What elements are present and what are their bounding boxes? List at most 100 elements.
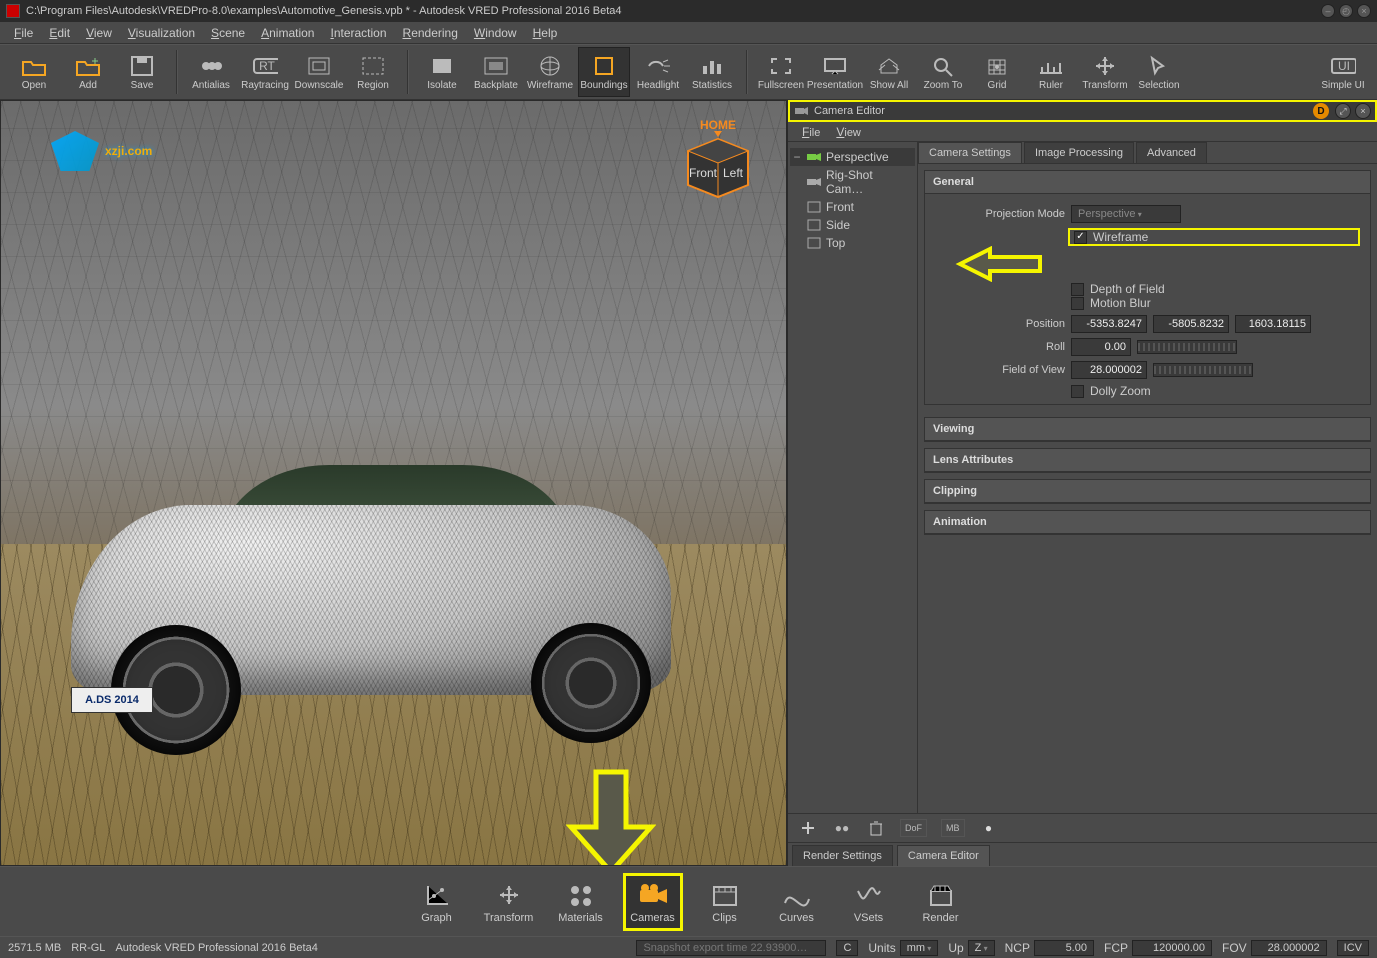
tab-image-processing[interactable]: Image Processing [1024,142,1134,163]
wireframe-checkbox[interactable]: Wireframe [1068,228,1360,246]
transform-button[interactable]: Transform [1079,47,1131,97]
tab-camera-settings[interactable]: Camera Settings [918,142,1022,163]
fov-slider[interactable] [1153,363,1253,377]
panel-menu-view[interactable]: View [828,124,869,140]
viewport[interactable]: A.DS 2014 HOME Front Left xzji.com [0,100,787,866]
menu-file[interactable]: File [6,24,41,42]
menu-window[interactable]: Window [466,24,525,42]
section-header[interactable]: Viewing [925,418,1370,441]
icv-button[interactable]: ICV [1337,940,1369,956]
viewcube-left[interactable]: Left [723,166,744,180]
car-model[interactable]: A.DS 2014 [51,455,691,755]
backplate-button[interactable]: Backplate [470,47,522,97]
viewcube-home-label[interactable]: HOME [700,118,736,132]
region-button[interactable]: Region [347,47,399,97]
simpleui-button[interactable]: UISimple UI [1317,47,1369,97]
zoomto-button[interactable]: Zoom To [917,47,969,97]
panel-undock-button[interactable]: ⤢ [1335,103,1351,119]
camera-tabs: Camera SettingsImage ProcessingAdvanced [918,142,1377,164]
fov-input[interactable]: 28.000002 [1071,361,1147,379]
showall-button[interactable]: Show All [863,47,915,97]
c-button[interactable]: C [836,940,858,956]
materials-module-button[interactable]: Materials [551,873,611,931]
downscale-button[interactable]: Downscale [293,47,345,97]
maximize-button[interactable]: ◴ [1339,4,1353,18]
menu-animation[interactable]: Animation [253,24,322,42]
menu-interaction[interactable]: Interaction [322,24,394,42]
duplicate-camera-button[interactable]: ●● [832,819,852,837]
menu-view[interactable]: View [78,24,120,42]
fcp-input[interactable]: 120000.00 [1132,940,1212,956]
roll-slider[interactable] [1137,340,1237,354]
rect-icon [806,236,822,250]
roll-input[interactable]: 0.00 [1071,338,1131,356]
dof-toggle[interactable]: DoF [900,819,927,837]
menu-edit[interactable]: Edit [41,24,78,42]
record-button[interactable]: ● [979,819,999,837]
simpleui-icon: UI [1330,54,1356,78]
position-y-input[interactable]: -5805.8232 [1153,315,1229,333]
presentation-button[interactable]: Presentation [809,47,861,97]
section-header[interactable]: Clipping [925,480,1370,503]
render-module-button[interactable]: Render [911,873,971,931]
raytracing-button[interactable]: RTRaytracing [239,47,291,97]
close-button[interactable]: × [1357,4,1371,18]
panel-bottom-tab[interactable]: Camera Editor [897,845,990,866]
position-x-input[interactable]: -5353.8247 [1071,315,1147,333]
add-camera-button[interactable] [798,819,818,837]
vsets-module-button[interactable]: VSets [839,873,899,931]
delete-camera-button[interactable] [866,819,886,837]
projection-mode-select[interactable]: Perspective [1071,205,1181,223]
section-header[interactable]: Lens Attributes [925,449,1370,472]
panel-close-button[interactable]: × [1355,103,1371,119]
selection-button[interactable]: Selection [1133,47,1185,97]
curves-module-button[interactable]: Curves [767,873,827,931]
dolly-checkbox[interactable]: Dolly Zoom [1071,384,1360,398]
section-header[interactable]: Animation [925,511,1370,534]
transform-module-button[interactable]: Transform [479,873,539,931]
clips-module-button[interactable]: Clips [695,873,755,931]
camera-tree-item[interactable]: Side [790,216,915,234]
expand-icon[interactable]: − [792,150,802,164]
antialias-button[interactable]: Antialias [185,47,237,97]
units-select[interactable]: mm [900,940,939,956]
open-button[interactable]: Open [8,47,60,97]
view-cube[interactable]: HOME Front Left [676,121,760,205]
up-select[interactable]: Z [968,940,995,956]
position-z-input[interactable]: 1603.18115 [1235,315,1311,333]
mb-toggle[interactable]: MB [941,819,965,837]
headlight-button[interactable]: Headlight [632,47,684,97]
save-button[interactable]: Save [116,47,168,97]
camera-tree-item[interactable]: Top [790,234,915,252]
fov-status-input[interactable]: 28.000002 [1251,940,1327,956]
tab-advanced[interactable]: Advanced [1136,142,1207,163]
ruler-button[interactable]: Ruler [1025,47,1077,97]
general-header[interactable]: General [925,171,1370,194]
viewcube-front[interactable]: Front [689,166,718,180]
panel-bottom-tab[interactable]: Render Settings [792,845,893,866]
cameras-module-button[interactable]: Cameras [623,873,683,931]
menu-visualization[interactable]: Visualization [120,24,203,42]
menu-scene[interactable]: Scene [203,24,253,42]
fullscreen-button[interactable]: Fullscreen [755,47,807,97]
boundings-button[interactable]: Boundings [578,47,630,97]
ncp-input[interactable]: 5.00 [1034,940,1094,956]
motionblur-checkbox[interactable]: Motion Blur [1071,296,1360,310]
isolate-button[interactable]: Isolate [416,47,468,97]
camera-tree-item[interactable]: Rig-Shot Cam… [790,166,915,198]
wireframe-button[interactable]: Wireframe [524,47,576,97]
panel-toolbar: ●● DoF MB ● [788,814,1377,842]
menu-rendering[interactable]: Rendering [395,24,466,42]
panel-menu-file[interactable]: File [794,124,828,140]
statistics-button[interactable]: Statistics [686,47,738,97]
menu-help[interactable]: Help [525,24,566,42]
camera-tree[interactable]: −PerspectiveRig-Shot Cam…FrontSideTop [788,142,918,813]
graph-module-button[interactable]: Graph [407,873,467,931]
wireframe-icon [537,54,563,78]
dof-checkbox[interactable]: Depth of Field [1071,282,1360,296]
minimize-button[interactable]: – [1321,4,1335,18]
grid-button[interactable]: Grid [971,47,1023,97]
camera-tree-item[interactable]: −Perspective [790,148,915,166]
add-button[interactable]: Add [62,47,114,97]
camera-tree-item[interactable]: Front [790,198,915,216]
